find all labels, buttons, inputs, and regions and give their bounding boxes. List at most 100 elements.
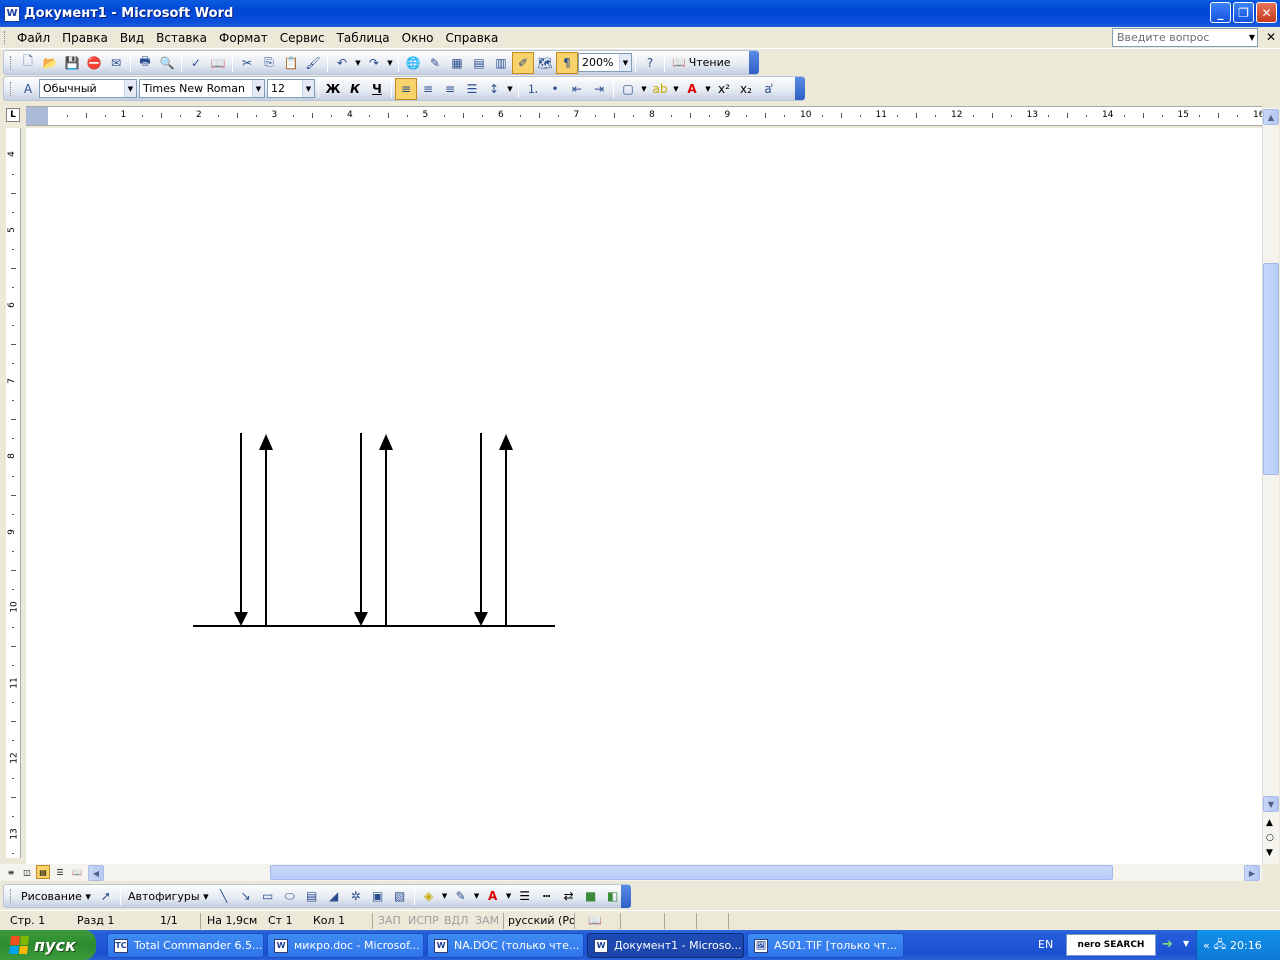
align-center-icon[interactable]: ≡ (417, 78, 439, 100)
font-color-dropdown-icon[interactable]: ▼ (703, 78, 713, 100)
reading-view-icon[interactable]: 📖 (70, 865, 84, 879)
restore-button[interactable]: ❐ (1233, 2, 1254, 23)
menu-table[interactable]: Таблица (331, 31, 396, 45)
draw-menu-button[interactable]: Рисование ▾ (17, 890, 95, 903)
minimize-button[interactable]: _ (1210, 2, 1231, 23)
oval-icon[interactable]: ⬭ (279, 885, 301, 907)
line-spacing-dropdown-icon[interactable]: ▼ (505, 78, 515, 100)
scroll-left-icon[interactable]: ◀ (88, 865, 104, 881)
font-color-icon[interactable]: A (482, 885, 504, 907)
save-icon[interactable]: 💾 (61, 52, 83, 74)
permission-icon[interactable]: ⛔ (83, 52, 105, 74)
line-spacing-icon[interactable]: ↕ (483, 78, 505, 100)
numbering-icon[interactable]: ⒈ (522, 78, 544, 100)
select-objects-icon[interactable]: ➚ (95, 885, 117, 907)
drawing-icon[interactable]: ✐ (512, 51, 534, 74)
line-style-icon[interactable]: ☰ (514, 885, 536, 907)
cut-icon[interactable]: ✂ (236, 52, 258, 74)
subscript-button[interactable]: x₂ (735, 78, 757, 100)
status-track-changes[interactable]: ИСПР (408, 914, 439, 927)
wordart-icon[interactable]: ◢ (323, 885, 345, 907)
status-record[interactable]: ЗАП (378, 914, 401, 927)
menu-tools[interactable]: Сервис (274, 31, 331, 45)
status-language[interactable]: русский (Ро (508, 914, 576, 927)
horizontal-ruler[interactable]: 1 2 3 4 5 6 7 8 9 10 11 12 13 14 15 16 (26, 106, 1264, 126)
tab-selector[interactable]: L (6, 108, 20, 122)
picture-icon[interactable]: ▧ (389, 885, 411, 907)
research-icon[interactable]: 📖 (207, 52, 229, 74)
align-left-icon[interactable]: ≡ (395, 77, 417, 100)
menu-window[interactable]: Окно (396, 31, 440, 45)
show-hidden-icons-icon[interactable]: « (1203, 939, 1210, 952)
rectangle-icon[interactable]: ▭ (257, 885, 279, 907)
normal-view-icon[interactable]: ≡ (4, 865, 18, 879)
chevron-down-icon[interactable]: ▼ (619, 54, 631, 71)
next-page-icon[interactable]: ▼ (1266, 848, 1273, 858)
paste-icon[interactable]: 📋 (280, 52, 302, 74)
bullets-icon[interactable]: • (544, 78, 566, 100)
email-icon[interactable]: ✉ (105, 52, 127, 74)
previous-page-icon[interactable]: ▲ (1266, 818, 1273, 828)
increase-indent-icon[interactable]: ⇥ (588, 78, 610, 100)
toolbar-grip[interactable] (10, 81, 13, 96)
align-right-icon[interactable]: ≡ (439, 78, 461, 100)
zoom-select[interactable]: 200% ▼ (578, 53, 632, 72)
scroll-up-icon[interactable]: ▲ (1263, 109, 1279, 125)
menu-edit[interactable]: Правка (56, 31, 114, 45)
clip-art-icon[interactable]: ▣ (367, 885, 389, 907)
horizontal-scroll-thumb[interactable] (270, 865, 1113, 880)
font-select[interactable]: Times New Roman ▼ (139, 79, 265, 98)
menu-grip[interactable] (4, 30, 7, 45)
document-page[interactable] (26, 128, 1262, 864)
redo-dropdown-icon[interactable]: ▼ (385, 52, 395, 74)
italic-button[interactable]: К (344, 78, 366, 100)
taskbar-item-document1[interactable]: W Документ1 - Microso... (587, 933, 744, 958)
taskbar-item-mikro-doc[interactable]: W микро.doc - Microsof... (267, 933, 424, 958)
styles-icon[interactable]: A (17, 78, 39, 100)
start-button[interactable]: пуск (0, 930, 96, 960)
scroll-right-icon[interactable]: ▶ (1244, 865, 1260, 881)
arrow-style-icon[interactable]: ⇄ (558, 885, 580, 907)
vertical-scrollbar[interactable]: ▲ ▼ ▲ ○ ▼ (1262, 108, 1279, 864)
toolbar-options-icon[interactable] (795, 77, 805, 100)
outline-view-icon[interactable]: ☰ (53, 865, 67, 879)
arrows-drawing[interactable] (26, 128, 1262, 864)
open-icon[interactable]: 📂 (39, 52, 61, 74)
select-browse-object-icon[interactable]: ○ (1266, 833, 1274, 843)
menu-file[interactable]: Файл (11, 31, 56, 45)
show-hide-icon[interactable]: ¶ (556, 51, 578, 74)
superscript-button[interactable]: x² (713, 78, 735, 100)
vertical-ruler[interactable]: 4 5 6 7 8 9 10 11 12 13 (6, 128, 21, 858)
fill-color-dropdown-icon[interactable]: ▼ (440, 885, 450, 907)
redo-icon[interactable]: ↷ (363, 52, 385, 74)
clock[interactable]: 20:16 (1230, 939, 1262, 952)
new-icon[interactable]: 🗋 (17, 52, 39, 74)
dash-style-icon[interactable]: ┅ (536, 885, 558, 907)
decrease-indent-icon[interactable]: ⇤ (566, 78, 588, 100)
menu-insert[interactable]: Вставка (150, 31, 213, 45)
text-box-icon[interactable]: ▤ (301, 885, 323, 907)
autoshapes-menu-button[interactable]: Автофигуры ▾ (124, 890, 213, 903)
line-color-icon[interactable]: ✎ (450, 885, 472, 907)
toolbar-options-icon[interactable] (749, 51, 759, 74)
menu-view[interactable]: Вид (114, 31, 150, 45)
columns-icon[interactable]: ▥ (490, 52, 512, 74)
print-layout-icon[interactable]: ▤ (36, 865, 50, 879)
web-view-icon[interactable]: ◫ (20, 865, 34, 879)
borders-dropdown-icon[interactable]: ▼ (639, 78, 649, 100)
status-extend[interactable]: ВДЛ (444, 914, 468, 927)
chevron-down-icon[interactable]: ▼ (1249, 33, 1255, 42)
toolbar-grip[interactable] (10, 55, 13, 70)
highlight-icon[interactable]: ab (649, 78, 671, 100)
menu-format[interactable]: Формат (213, 31, 274, 45)
network-icon[interactable]: 🖧 (1214, 936, 1226, 955)
spelling-icon[interactable]: ✓ (185, 52, 207, 74)
taskbar-item-na-doc[interactable]: W NA.DOC (только чте... (427, 933, 584, 958)
font-color-dropdown-icon[interactable]: ▼ (504, 885, 514, 907)
line-icon[interactable]: ╲ (213, 885, 235, 907)
read-button[interactable]: 📖 Чтение (668, 56, 735, 69)
fill-color-icon[interactable]: ◈ (418, 885, 440, 907)
justify-icon[interactable]: ☰ (461, 78, 483, 100)
close-button[interactable]: ✕ (1256, 2, 1277, 23)
shadow-style-icon[interactable]: ■ (580, 885, 602, 907)
